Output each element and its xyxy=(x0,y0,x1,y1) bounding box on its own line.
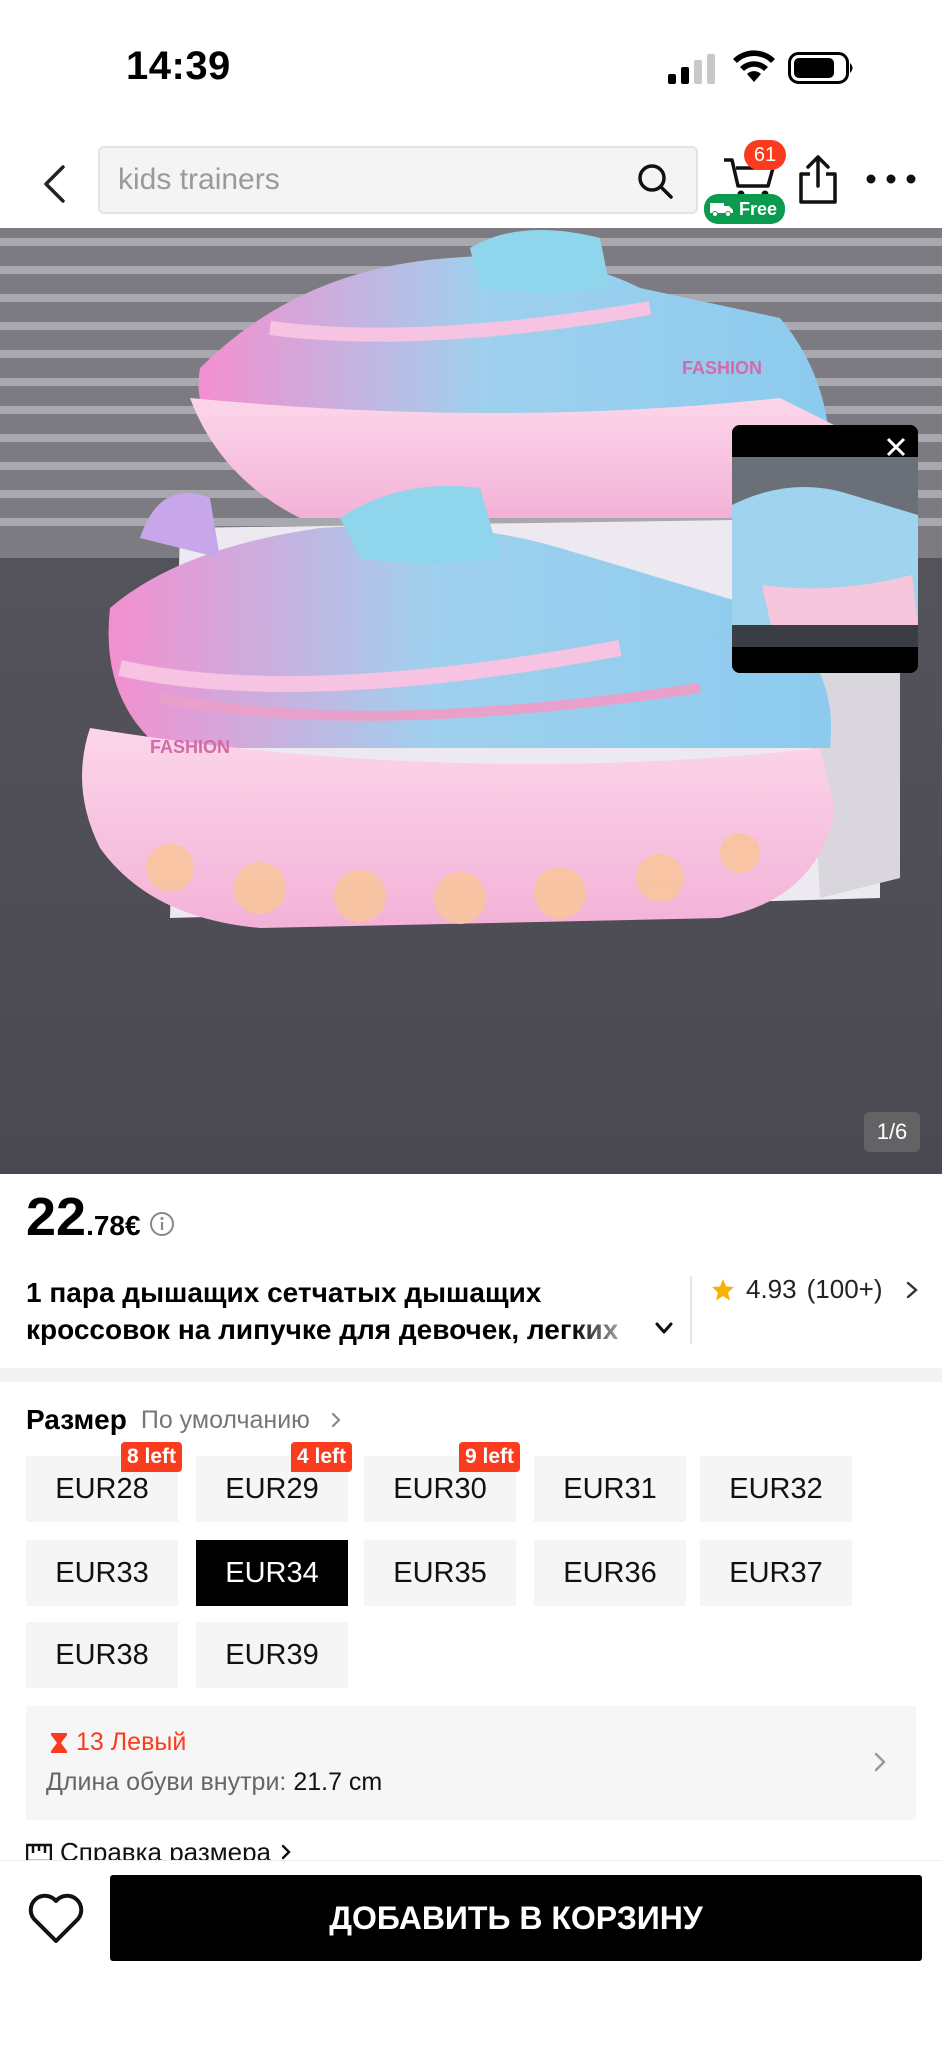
add-to-cart-button[interactable]: ДОБАВИТЬ В КОРЗИНУ xyxy=(110,1875,922,1961)
status-time: 14:39 xyxy=(126,44,231,88)
size-option[interactable]: EUR33 xyxy=(26,1540,178,1606)
cart-count-badge: 61 xyxy=(744,140,786,170)
wifi-icon xyxy=(733,50,775,82)
chevron-right-icon xyxy=(331,1412,341,1428)
image-counter: 1/6 xyxy=(864,1112,920,1152)
hourglass-icon xyxy=(51,1732,67,1753)
product-title[interactable]: 1 пара дышащих сетчатых дышащих кроссово… xyxy=(26,1274,678,1348)
foot-length: Длина обуви внутри: 21.7 cm xyxy=(46,1768,382,1797)
chevron-left-icon xyxy=(44,165,65,203)
size-option[interactable]: EUR31 xyxy=(534,1456,686,1522)
size-option[interactable]: EUR36 xyxy=(534,1540,686,1606)
close-icon[interactable] xyxy=(882,433,910,461)
cellular-signal-icon xyxy=(668,54,715,84)
free-badge-label: Free xyxy=(739,198,778,219)
stock-status: 13 Левый xyxy=(46,1728,186,1757)
size-option-label: EUR37 xyxy=(729,1556,823,1589)
size-option-label: EUR38 xyxy=(55,1638,149,1671)
battery-icon xyxy=(788,52,853,84)
price-fraction: .78 xyxy=(86,1210,126,1241)
stock-text: 13 Левый xyxy=(76,1728,187,1756)
title-line-1: 1 пара дышащих сетчатых дышащих xyxy=(26,1277,542,1308)
price-currency: € xyxy=(125,1210,141,1241)
search-box[interactable] xyxy=(98,146,698,214)
chevron-right-icon xyxy=(281,1844,291,1860)
size-option-label: EUR31 xyxy=(563,1472,657,1505)
size-option[interactable]: EUR30 9 left xyxy=(364,1442,520,1522)
size-option-label: EUR28 xyxy=(55,1472,149,1505)
size-option-label: EUR36 xyxy=(563,1556,657,1589)
size-header: Размер По умолчанию xyxy=(26,1404,344,1436)
image-label-top: FASHION xyxy=(682,358,762,378)
size-option[interactable]: EUR34 xyxy=(196,1540,348,1606)
size-option[interactable]: EUR29 4 left xyxy=(196,1442,352,1522)
top-nav: 61 Free xyxy=(0,140,942,228)
size-option-label: EUR32 xyxy=(729,1472,823,1505)
free-shipping-badge: Free xyxy=(704,194,786,224)
foot-length-label: Длина обуви внутри: xyxy=(46,1768,287,1796)
size-label: Размер xyxy=(26,1404,127,1435)
size-option-label: EUR34 xyxy=(225,1556,319,1589)
video-thumbnail xyxy=(732,425,918,673)
more-options-icon[interactable] xyxy=(864,166,918,192)
product-photo: FASHION FASHION xyxy=(0,228,942,1174)
size-option[interactable]: EUR38 xyxy=(26,1622,178,1688)
size-option[interactable]: EUR28 8 left xyxy=(26,1442,182,1522)
back-button[interactable] xyxy=(32,156,76,212)
price-integer: 22 xyxy=(26,1187,87,1247)
search-input[interactable] xyxy=(116,148,616,212)
rating-count: (100+) xyxy=(806,1274,883,1304)
size-option[interactable]: EUR32 xyxy=(700,1456,852,1522)
truck-icon xyxy=(710,203,733,217)
size-option-label: EUR29 xyxy=(225,1472,319,1505)
chevron-down-icon[interactable] xyxy=(652,1316,676,1340)
product-image[interactable]: FASHION FASHION 1/6 xyxy=(0,228,942,1174)
size-option-label: EUR35 xyxy=(393,1556,487,1589)
rating-value: 4.93 xyxy=(746,1274,797,1304)
title-line-2: кроссовок на липучке для девочек, легких xyxy=(26,1314,619,1345)
size-sort-option[interactable]: По умолчанию xyxy=(141,1406,310,1435)
stock-left-badge: 4 left xyxy=(290,1442,352,1472)
image-label-bottom: FASHION xyxy=(150,737,230,757)
search-icon[interactable] xyxy=(636,162,674,200)
bottom-action-bar: ДОБАВИТЬ В КОРЗИНУ xyxy=(0,1860,942,2046)
stock-left-badge: 9 left xyxy=(458,1442,520,1472)
chevron-right-icon xyxy=(906,1281,918,1298)
size-option-label: EUR30 xyxy=(393,1472,487,1505)
info-icon[interactable] xyxy=(149,1211,175,1237)
section-divider xyxy=(0,1368,942,1382)
size-stock-panel[interactable]: 13 Левый Длина обуви внутри: 21.7 cm xyxy=(26,1706,916,1820)
size-option[interactable]: EUR39 xyxy=(196,1622,348,1688)
mini-video-player[interactable] xyxy=(732,425,918,673)
size-option[interactable]: EUR35 xyxy=(364,1540,516,1606)
divider xyxy=(690,1276,692,1344)
share-icon[interactable] xyxy=(796,154,840,206)
chevron-right-icon xyxy=(874,1752,886,1772)
price: 22 .78 € xyxy=(26,1186,175,1247)
star-icon xyxy=(712,1278,734,1300)
status-bar: 14:39 xyxy=(0,0,942,140)
size-option-label: EUR39 xyxy=(225,1638,319,1671)
size-option-label: EUR33 xyxy=(55,1556,149,1589)
size-option[interactable]: EUR37 xyxy=(700,1540,852,1606)
stock-left-badge: 8 left xyxy=(120,1442,182,1472)
rating[interactable]: 4.93 (100+) xyxy=(710,1274,921,1305)
heart-icon[interactable] xyxy=(26,1889,86,1949)
foot-length-value: 21.7 cm xyxy=(293,1768,383,1796)
